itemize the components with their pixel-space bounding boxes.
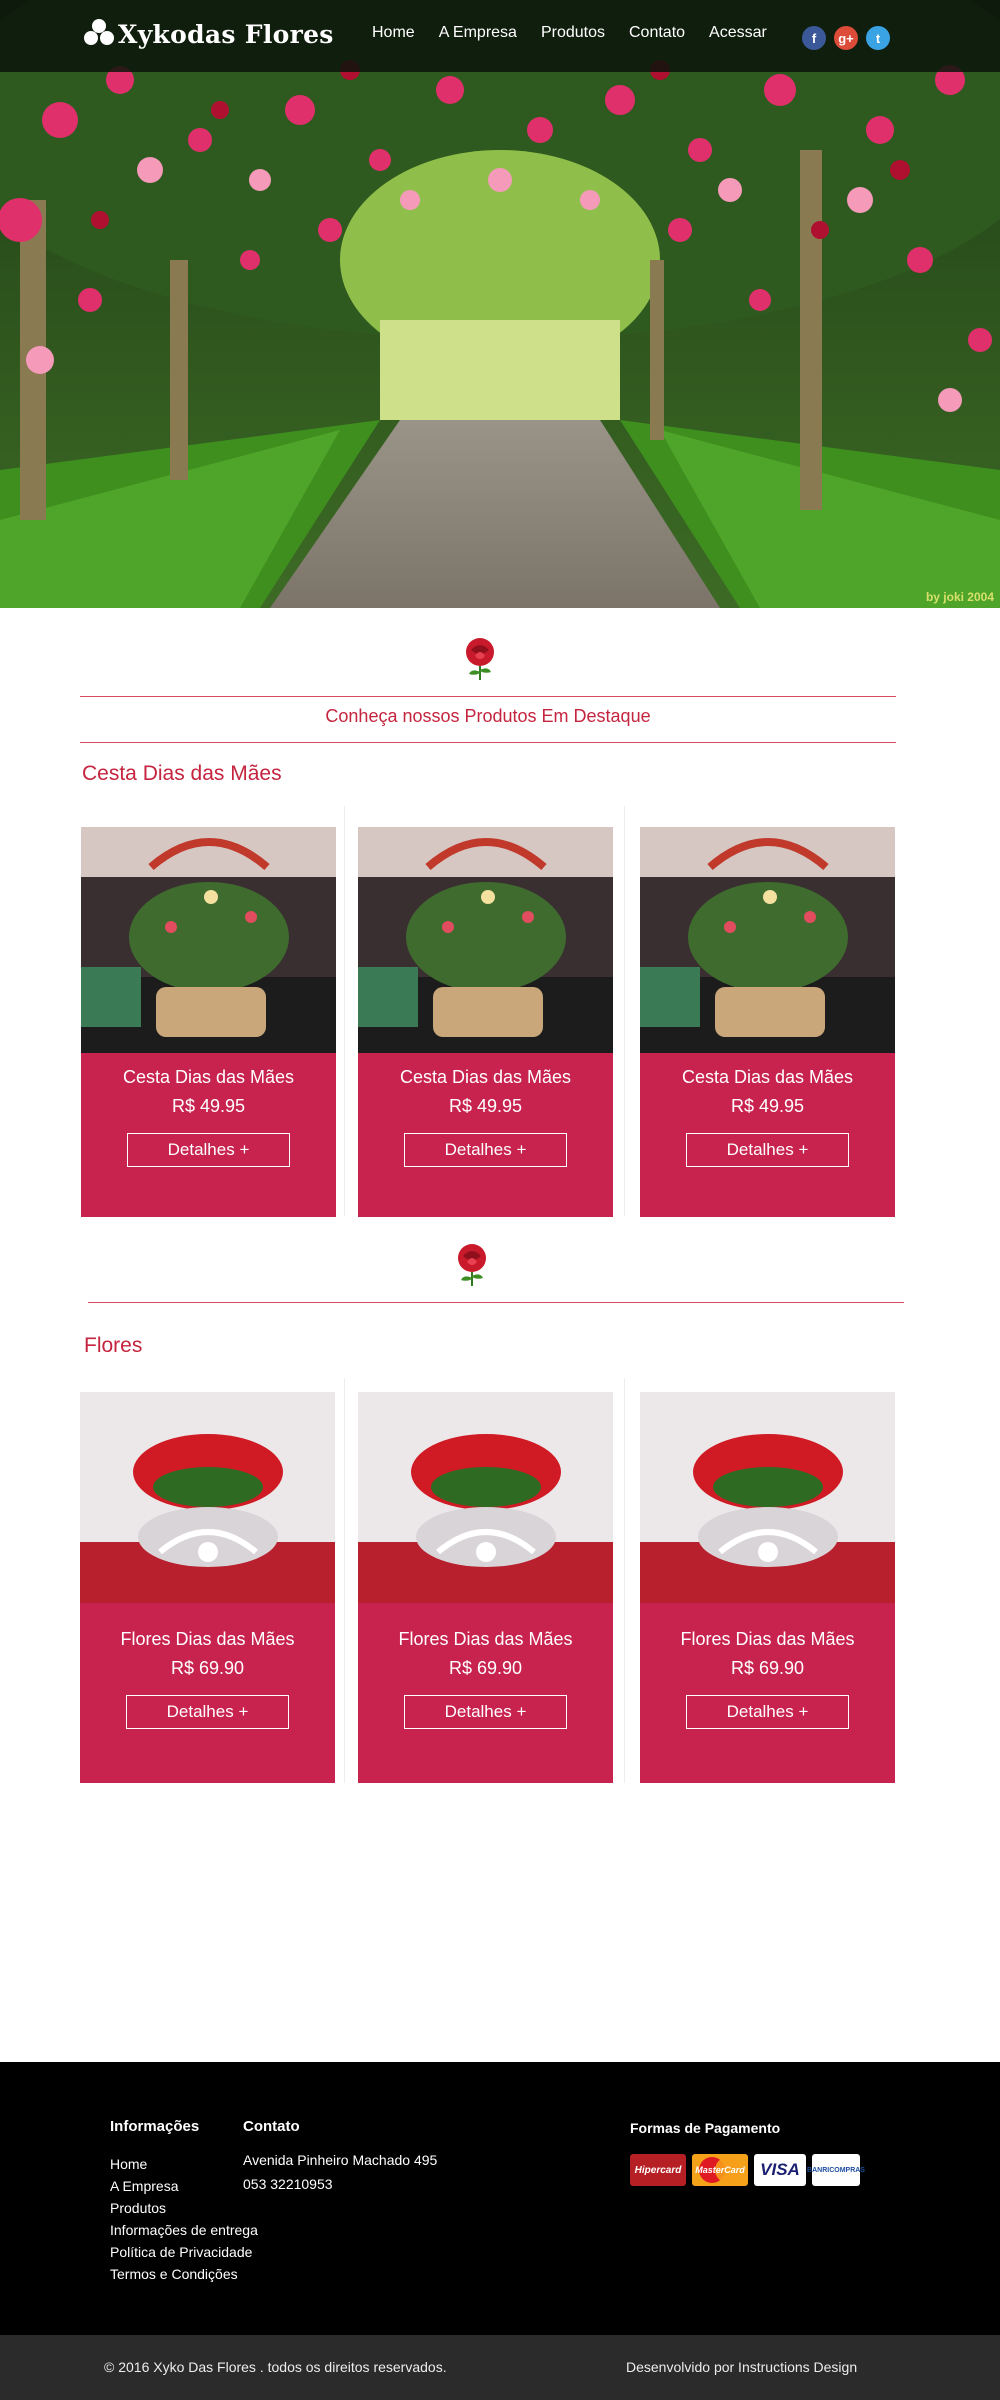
product-info: Flores Dias das Mães R$ 69.90 Detalhes + [358, 1603, 613, 1783]
product-photo-basket[interactable] [640, 827, 895, 1053]
column-divider [624, 806, 625, 1216]
product-price: R$ 49.95 [730, 1096, 805, 1116]
mastercard-icon: MasterCard [692, 2154, 748, 2186]
product-card[interactable]: Cesta Dias das Mães R$ 49.95 Detalhes + [358, 827, 613, 1217]
divider-line [80, 742, 896, 743]
footer-phone: 053 32210953 [243, 2176, 333, 2192]
rose-icon [458, 1244, 486, 1286]
footer-link-produtos[interactable]: Produtos [110, 2200, 166, 2216]
clover-logo-icon [82, 17, 116, 51]
twitter-icon[interactable]: t [866, 26, 890, 50]
page: Xykodas Flores Home A Empresa Produtos C… [0, 0, 1000, 2400]
developer-credit[interactable]: Desenvolvido por Instructions Design [626, 2359, 857, 2375]
divider-line [80, 696, 896, 697]
footer-link-empresa[interactable]: A Empresa [110, 2178, 178, 2194]
banricompras-icon: BANRICOMPRAS [807, 2154, 865, 2186]
nav-a-empresa[interactable]: A Empresa [439, 24, 517, 42]
footer-link-home[interactable]: Home [110, 2156, 147, 2172]
column-divider [624, 1378, 625, 1783]
footer-payment-heading: Formas de Pagamento [630, 2120, 781, 2136]
product-card[interactable]: Flores Dias das Mães R$ 69.90 Detalhes + [80, 1392, 335, 1783]
product-name: Cesta Dias das Mães [681, 1067, 854, 1087]
column-divider [344, 1378, 345, 1783]
product-info: Cesta Dias das Mães R$ 49.95 Detalhes + [81, 1053, 336, 1217]
product-photo-flowers[interactable] [358, 1392, 613, 1603]
divider-line [88, 1302, 904, 1303]
copyright-text: © 2016 Xyko Das Flores . todos os direit… [104, 2359, 447, 2375]
product-name: Cesta Dias das Mães [122, 1067, 295, 1087]
product-card[interactable]: Cesta Dias das Mães R$ 49.95 Detalhes + [81, 827, 336, 1217]
product-card[interactable]: Cesta Dias das Mães R$ 49.95 Detalhes + [640, 827, 895, 1217]
section-title-cesta: Cesta Dias das Mães [82, 762, 282, 785]
footer-address: Avenida Pinheiro Machado 495 [243, 2152, 438, 2168]
product-price: R$ 69.90 [448, 1658, 523, 1678]
mastercard-label: MasterCard [695, 2165, 745, 2175]
product-price: R$ 49.95 [171, 1096, 246, 1116]
product-card[interactable]: Flores Dias das Mães R$ 69.90 Detalhes + [358, 1392, 613, 1783]
footer-link-termos[interactable]: Termos e Condições [110, 2266, 238, 2282]
product-photo-flowers[interactable] [80, 1392, 335, 1603]
product-info: Flores Dias das Mães R$ 69.90 Detalhes + [640, 1603, 895, 1783]
product-price: R$ 69.90 [730, 1658, 805, 1678]
details-button[interactable]: Detalhes + [686, 1133, 849, 1167]
product-photo-basket[interactable] [81, 827, 336, 1053]
nav-produtos[interactable]: Produtos [541, 24, 605, 42]
footer-contact-heading: Contato [243, 2118, 300, 2135]
section-title-flores: Flores [84, 1334, 143, 1357]
hipercard-icon: Hipercard [630, 2154, 686, 2186]
footer-bottom-bar: © 2016 Xyko Das Flores . todos os direit… [0, 2335, 1000, 2400]
product-card[interactable]: Flores Dias das Mães R$ 69.90 Detalhes + [640, 1392, 895, 1783]
product-price: R$ 69.90 [170, 1658, 245, 1678]
product-info: Flores Dias das Mães R$ 69.90 Detalhes + [80, 1603, 335, 1783]
hero-garden-image [0, 0, 1000, 608]
top-navbar: Xykodas Flores Home A Empresa Produtos C… [0, 0, 1000, 72]
details-button[interactable]: Detalhes + [404, 1695, 567, 1729]
nav-contato[interactable]: Contato [629, 24, 685, 42]
social-links: f g+ t [802, 26, 890, 50]
product-photo-basket[interactable] [358, 827, 613, 1053]
product-info: Cesta Dias das Mães R$ 49.95 Detalhes + [358, 1053, 613, 1217]
facebook-icon[interactable]: f [802, 26, 826, 50]
product-name: Cesta Dias das Mães [399, 1067, 572, 1087]
hero-banner [0, 0, 1000, 608]
visa-icon: VISA [754, 2154, 806, 2186]
site-logo[interactable]: Xykodas Flores [82, 14, 334, 54]
column-divider [344, 806, 345, 1216]
details-button[interactable]: Detalhes + [127, 1133, 290, 1167]
google-plus-icon[interactable]: g+ [834, 26, 858, 50]
footer-info-heading: Informações [110, 2118, 200, 2135]
product-name: Flores Dias das Mães [398, 1629, 573, 1649]
product-photo-flowers[interactable] [640, 1392, 895, 1603]
details-button[interactable]: Detalhes + [686, 1695, 849, 1729]
footer-link-entrega[interactable]: Informações de entrega [110, 2222, 258, 2238]
footer: Informações Home A Empresa Produtos Info… [0, 2062, 1000, 2335]
details-button[interactable]: Detalhes + [126, 1695, 289, 1729]
product-name: Flores Dias das Mães [680, 1629, 855, 1649]
nav-home[interactable]: Home [372, 24, 415, 42]
details-button[interactable]: Detalhes + [404, 1133, 567, 1167]
photo-credit: by joki 2004 [925, 590, 994, 604]
product-price: R$ 49.95 [448, 1096, 523, 1116]
main-nav: Home A Empresa Produtos Contato Acessar [372, 24, 791, 42]
nav-acessar[interactable]: Acessar [709, 24, 767, 42]
product-info: Cesta Dias das Mães R$ 49.95 Detalhes + [640, 1053, 895, 1217]
featured-title: Conheça nossos Produtos Em Destaque [325, 706, 651, 726]
footer-link-privacidade[interactable]: Política de Privacidade [110, 2244, 252, 2260]
logo-text: Xykodas Flores [118, 19, 334, 49]
product-name: Flores Dias das Mães [120, 1629, 295, 1649]
rose-icon [466, 638, 494, 680]
